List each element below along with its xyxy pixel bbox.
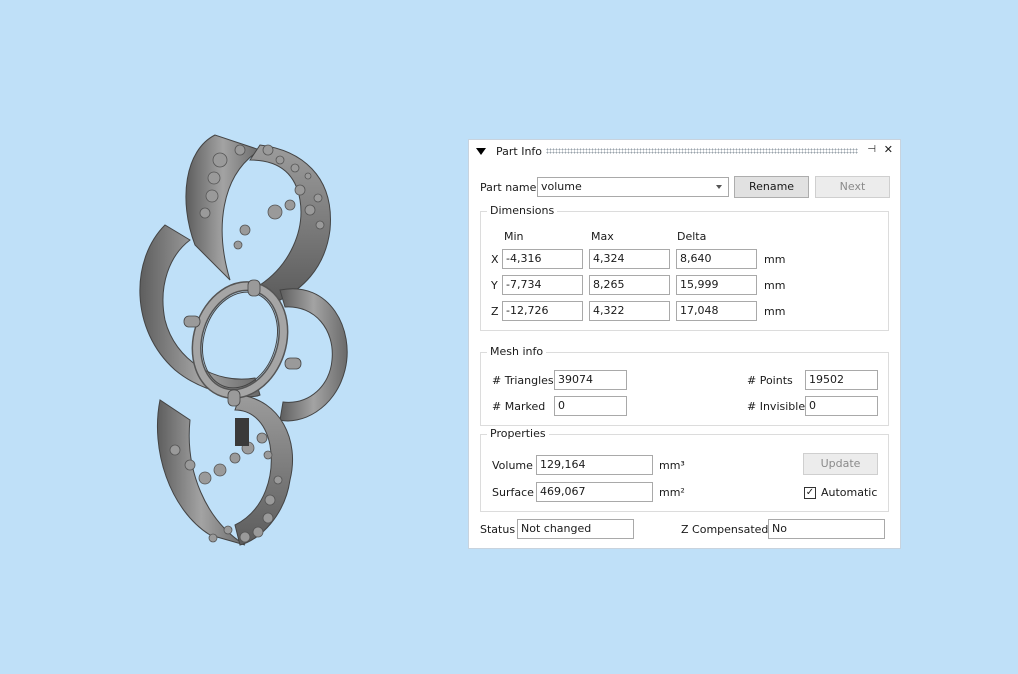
z-unit-label: mm — [764, 305, 786, 318]
z-min-field[interactable]: -12,726 — [502, 301, 583, 321]
points-label: # Points — [747, 374, 793, 387]
volume-field[interactable]: 129,164 — [536, 455, 653, 475]
properties-group: Properties Volume 129,164 mm³ Update Sur… — [480, 427, 889, 512]
surface-label: Surface — [492, 486, 534, 499]
ring-model — [139, 134, 348, 546]
mesh-info-title: Mesh info — [487, 345, 547, 358]
status-label: Status — [480, 523, 516, 536]
col-max-header: Max — [591, 230, 614, 243]
marked-field[interactable]: 0 — [554, 396, 627, 416]
part-name-label: Part name — [480, 181, 537, 194]
axis-x-label: X — [491, 253, 499, 266]
panel-title: Part Info — [496, 145, 543, 158]
part-name-value: volume — [541, 180, 582, 193]
automatic-checkbox[interactable]: ✓ — [804, 487, 816, 499]
x-min-field[interactable]: -4,316 — [502, 249, 583, 269]
x-delta-field[interactable]: 8,640 — [676, 249, 757, 269]
mesh-info-group: Mesh info # Triangles 39074 # Points 195… — [480, 345, 889, 426]
y-min-field[interactable]: -7,734 — [502, 275, 583, 295]
points-field[interactable]: 19502 — [805, 370, 878, 390]
y-unit-label: mm — [764, 279, 786, 292]
dimensions-title: Dimensions — [487, 204, 558, 217]
3d-viewport[interactable] — [0, 0, 460, 674]
pin-icon[interactable]: ⊣ — [867, 144, 876, 155]
z-compensated-field[interactable]: No — [768, 519, 885, 539]
part-info-panel: Part Info ⊣ ✕ Part name volume Rename Ne… — [468, 139, 901, 549]
volume-label: Volume — [492, 459, 533, 472]
z-compensated-label: Z Compensated — [681, 523, 769, 536]
z-delta-field[interactable]: 17,048 — [676, 301, 757, 321]
close-icon[interactable]: ✕ — [884, 143, 893, 156]
axis-z-label: Z — [491, 305, 499, 318]
triangles-field[interactable]: 39074 — [554, 370, 627, 390]
marked-label: # Marked — [492, 400, 546, 413]
surface-field[interactable]: 469,067 — [536, 482, 653, 502]
collapse-icon[interactable] — [476, 148, 486, 155]
dimensions-group: Dimensions Min Max Delta X -4,316 4,324 … — [480, 204, 889, 331]
update-button[interactable]: Update — [803, 453, 878, 475]
chevron-down-icon — [716, 185, 722, 189]
panel-titlebar: Part Info ⊣ ✕ — [469, 140, 900, 162]
next-button[interactable]: Next — [815, 176, 890, 198]
invisible-field[interactable]: 0 — [805, 396, 878, 416]
axis-y-label: Y — [491, 279, 498, 292]
automatic-label: Automatic — [821, 486, 878, 499]
volume-unit: mm³ — [659, 459, 685, 472]
rename-button[interactable]: Rename — [734, 176, 809, 198]
col-delta-header: Delta — [677, 230, 707, 243]
status-field[interactable]: Not changed — [517, 519, 634, 539]
y-max-field[interactable]: 8,265 — [589, 275, 670, 295]
x-unit-label: mm — [764, 253, 786, 266]
x-max-field[interactable]: 4,324 — [589, 249, 670, 269]
y-delta-field[interactable]: 15,999 — [676, 275, 757, 295]
drag-grip[interactable] — [546, 148, 858, 154]
z-max-field[interactable]: 4,322 — [589, 301, 670, 321]
part-name-dropdown[interactable]: volume — [537, 177, 729, 197]
triangles-label: # Triangles — [492, 374, 554, 387]
invisible-label: # Invisible — [747, 400, 806, 413]
properties-title: Properties — [487, 427, 549, 440]
surface-unit: mm² — [659, 486, 685, 499]
col-min-header: Min — [504, 230, 524, 243]
